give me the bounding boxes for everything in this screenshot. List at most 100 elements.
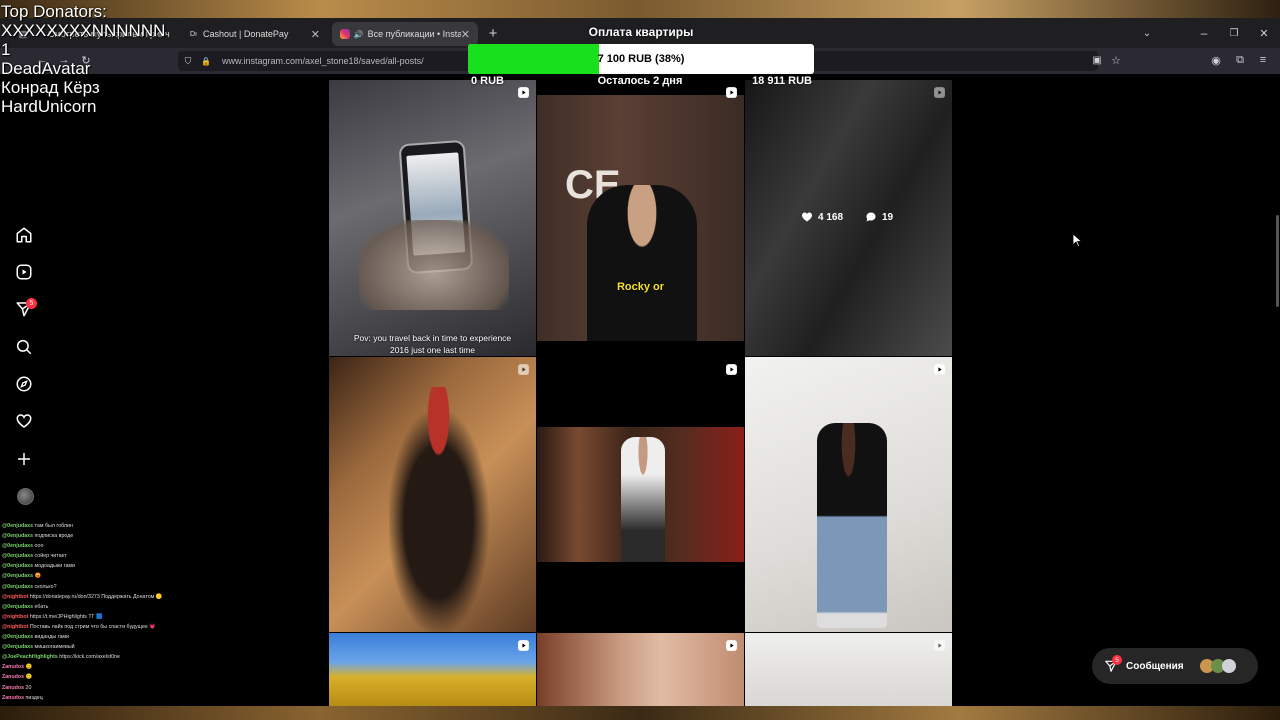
tab-2-label: Cashout | DonatePay (203, 29, 289, 39)
url-text[interactable]: www.instagram.com/axel_stone18/saved/all… (222, 56, 424, 66)
post-2-subtitle: Rocky or (616, 281, 665, 293)
reel-badge-icon (726, 640, 737, 651)
chat-username: @0enjudaxs (2, 563, 34, 570)
shield-icon[interactable]: ⛉ (182, 56, 194, 67)
messages-button[interactable]: 5 Сообщения (1092, 648, 1258, 684)
speaker-icon[interactable]: 🔊 (354, 30, 364, 39)
restore-icon[interactable]: ❐ (1226, 24, 1242, 42)
woman-figure (817, 423, 887, 628)
extensions-icon[interactable]: ⧉ (1233, 53, 1247, 67)
chat-text: ебать (33, 603, 49, 610)
messages-button-label: Сообщения (1126, 660, 1184, 672)
chat-username: @0enjudaxs (2, 573, 34, 580)
reel-badge-icon (518, 640, 529, 651)
minimize-icon[interactable]: – (1196, 24, 1212, 42)
post-1-caption-line1: Pov: you travel back in time to experien… (353, 333, 512, 343)
chat-text: мишкогаимевый (33, 644, 75, 651)
chat-text: модоадыки гами (33, 563, 76, 570)
chat-text: виданды гами (33, 634, 70, 641)
likes-count: 4 168 (801, 211, 843, 223)
window-close-icon[interactable]: ✕ (1256, 24, 1272, 42)
tab-3[interactable]: 🔊 Все публикации • Instagram ✕ (332, 22, 478, 46)
chat-text: подписка вроде (33, 533, 74, 540)
movie-still-image (537, 427, 744, 562)
post-3[interactable]: 4 168 19 (745, 80, 952, 356)
lock-icon[interactable]: 🔒 (200, 57, 212, 66)
tab-2[interactable]: Dı Cashout | DonatePay ✕ (182, 22, 328, 46)
reel-badge-icon (726, 87, 737, 98)
scrollbar-thumb[interactable] (1276, 215, 1279, 307)
chat-message: @0enjudaxs подписка вроде (2, 531, 202, 541)
tab-list-chevron-icon[interactable]: ⌄ (1140, 24, 1154, 42)
reels-icon[interactable] (12, 260, 36, 284)
avatar (1221, 659, 1236, 673)
chat-text: ооо (33, 543, 44, 550)
donor-5: HardUnicorn (1, 97, 97, 116)
heart-filled-icon (802, 212, 812, 222)
reel-badge-icon (518, 364, 529, 375)
chat-username: @JoePeachHighlights (2, 654, 58, 661)
donor-4: Конрад Кёрз (1, 78, 100, 97)
bookmark-star-icon[interactable]: ☆ (1109, 53, 1123, 67)
post-9[interactable] (745, 633, 952, 706)
chat-message: @0enjudaxs мишкогаимевый (2, 642, 202, 652)
reel-badge-icon (934, 364, 945, 375)
post-6[interactable] (745, 357, 952, 632)
post-2[interactable]: CE Rocky or (537, 80, 744, 356)
hands-image (359, 220, 509, 310)
chat-username: @nightbot (2, 623, 29, 630)
chat-username: @0enjudaxs (2, 543, 34, 550)
chat-username: Zanudos (2, 684, 25, 691)
chat-message: @nightbot https://donatepay.ru/don/3273 … (2, 592, 202, 602)
messages-button-badge: 5 (1112, 655, 1122, 665)
chat-text: пиздец (24, 694, 43, 701)
top-donators-label: Top Donators: (1, 2, 107, 21)
person-image (389, 387, 499, 632)
post-1-caption: Pov: you travel back in time to experien… (329, 332, 536, 356)
instagram-favicon-icon (340, 29, 350, 39)
chat-text: сколько? (33, 583, 57, 590)
goal-progress-text: 7 100 RUB (38%) (597, 53, 685, 65)
profile-avatar[interactable] (17, 488, 34, 505)
chat-username: @0enjudaxs (2, 533, 34, 540)
goal-collected: 0 RUB (471, 75, 505, 87)
tab-2-close-icon[interactable]: ✕ (311, 28, 320, 41)
man-figure (621, 437, 665, 562)
chat-username: @0enjudaxs (2, 523, 34, 529)
menu-icon[interactable]: ≡ (1256, 53, 1270, 67)
reader-view-icon[interactable]: ▣ (1090, 53, 1104, 67)
chat-text: Поставь лайк под стрим что бы спасти буд… (28, 623, 156, 630)
reel-badge-icon (934, 87, 945, 98)
chat-username: @0enjudaxs (2, 603, 34, 610)
chat-message: @JoePeachHighlights https://kick.com/axe… (2, 652, 202, 662)
speaker-figure (587, 185, 697, 341)
chat-text: 🙂 (24, 674, 33, 681)
chat-message: @0enjudaxs ебать (2, 602, 202, 612)
post-5[interactable] (537, 357, 744, 632)
heart-icon[interactable] (12, 409, 36, 433)
post-7[interactable] (329, 633, 536, 706)
donor-2: 1 (1, 40, 11, 59)
goal-target: 18 911 RUB (752, 75, 812, 87)
donatepay-icon: Dı (190, 30, 197, 38)
search-icon[interactable] (12, 335, 36, 359)
donor-3: DeadAvatar (1, 59, 91, 78)
chat-message: Zanudos 🙂 (2, 672, 202, 682)
tab-3-label: Все публикации • Instagram (367, 29, 461, 39)
post-1[interactable]: Pov: you travel back in time to experien… (329, 80, 536, 356)
explore-icon[interactable] (12, 372, 36, 396)
post-8[interactable] (537, 633, 744, 706)
reel-badge-icon (518, 87, 529, 98)
create-icon[interactable] (12, 447, 36, 471)
account-icon[interactable]: ◉ (1209, 53, 1223, 67)
home-icon[interactable] (12, 223, 36, 247)
chat-message: @0enjudaxs виданды гами (2, 632, 202, 642)
post-4[interactable] (329, 357, 536, 632)
chat-username: @0enjudaxs (2, 644, 34, 651)
chat-message: @0enjudaxs 😡 (2, 571, 202, 581)
comments-value: 19 (882, 211, 894, 223)
chat-text: там был гоблин (33, 523, 73, 529)
stream-background-bottom (0, 706, 1280, 720)
chat-message: @0enjudaxs ооо (2, 541, 202, 551)
chat-username: @0enjudaxs (2, 553, 34, 560)
